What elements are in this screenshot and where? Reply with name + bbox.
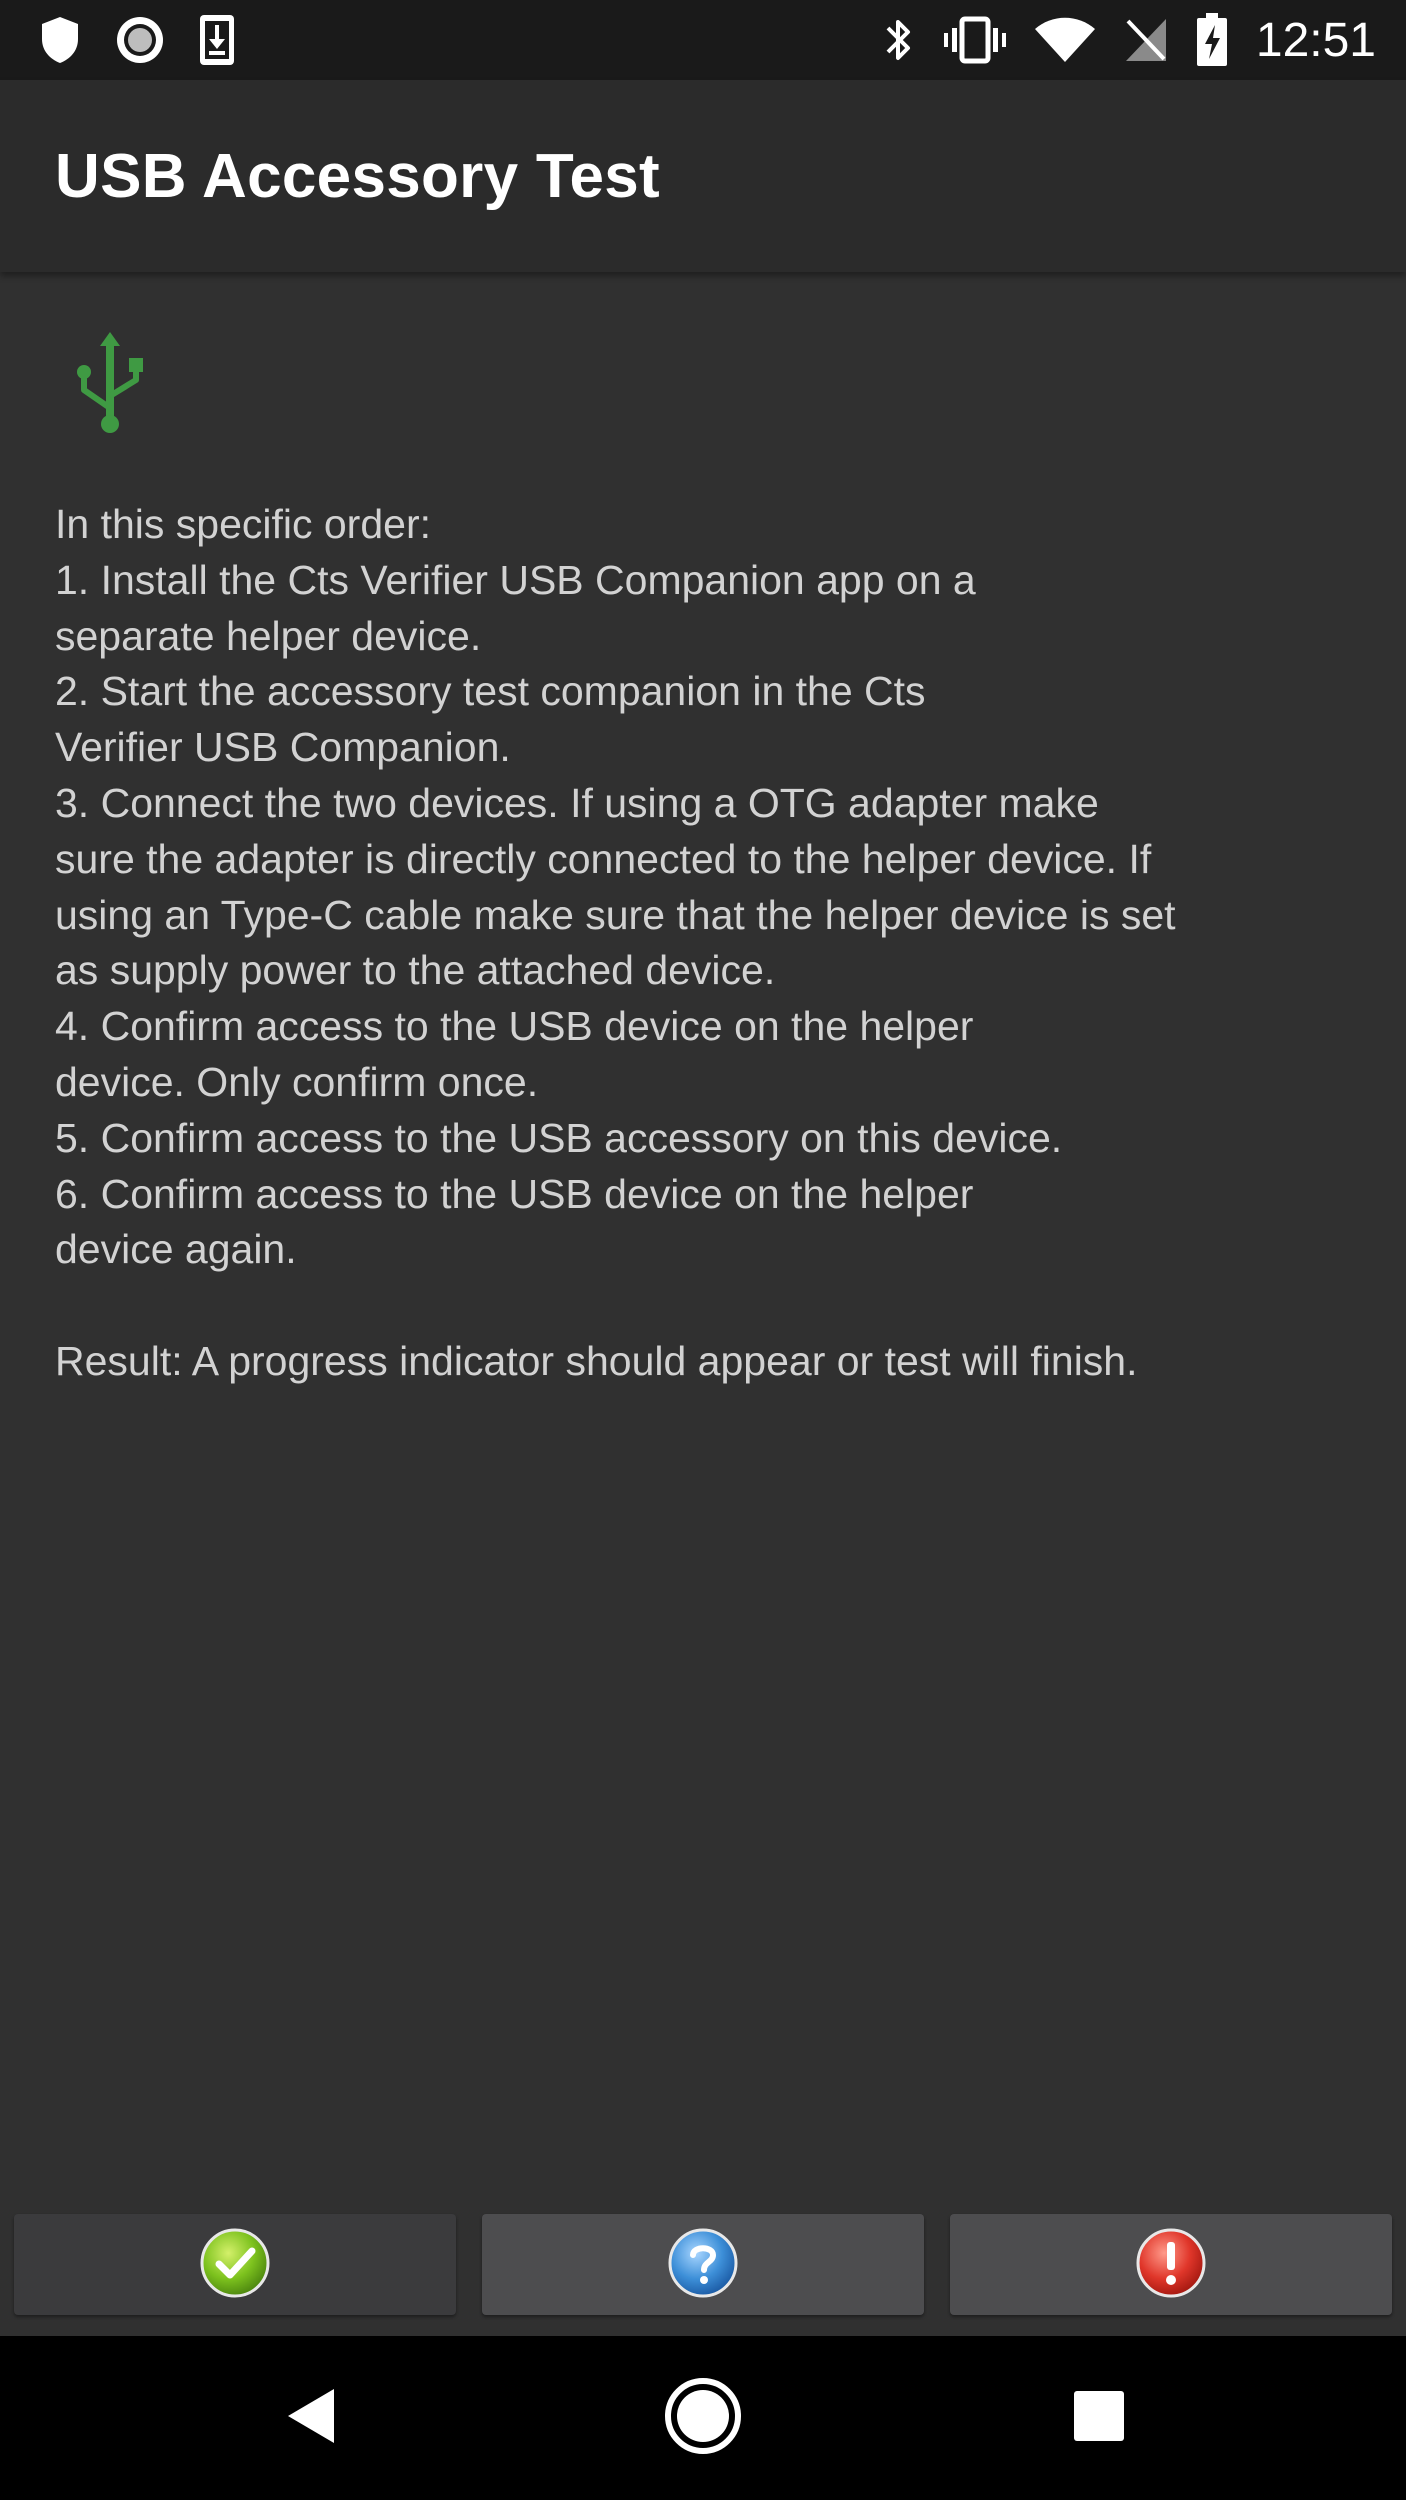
record-icon: [114, 14, 166, 66]
wifi-icon: [1034, 17, 1096, 63]
back-button[interactable]: [230, 2336, 390, 2500]
pass-button[interactable]: [14, 2214, 456, 2315]
page-title: USB Accessory Test: [55, 141, 660, 211]
fail-button[interactable]: [950, 2214, 1392, 2315]
help-question-icon: [667, 2227, 739, 2302]
test-instructions: In this specific order: 1. Install the C…: [55, 501, 1176, 1384]
pass-check-icon: [199, 2227, 271, 2302]
status-clock: 12:51: [1255, 13, 1376, 67]
home-button[interactable]: [623, 2336, 783, 2500]
status-bar: 12:51: [0, 0, 1406, 80]
navigation-bar: [0, 2336, 1406, 2500]
no-sim-icon: [1124, 17, 1168, 63]
shield-icon: [38, 15, 82, 65]
status-right-icons: 12:51: [854, 13, 1376, 68]
recents-icon: [1072, 2389, 1126, 2448]
download-icon: [198, 13, 236, 67]
battery-charging-icon: [1196, 13, 1228, 67]
home-icon: [663, 2376, 743, 2461]
fail-alert-icon: [1135, 2227, 1207, 2302]
usb-icon: [70, 330, 150, 440]
vibrate-icon: [943, 15, 1006, 65]
app-bar: USB Accessory Test: [0, 80, 1406, 272]
recents-button[interactable]: [1019, 2336, 1179, 2500]
test-content: In this specific order: 1. Install the C…: [0, 272, 1406, 2212]
info-button[interactable]: [482, 2214, 924, 2315]
status-left-icons: [38, 13, 268, 67]
back-icon: [282, 2385, 338, 2452]
bluetooth-icon: [882, 14, 916, 66]
